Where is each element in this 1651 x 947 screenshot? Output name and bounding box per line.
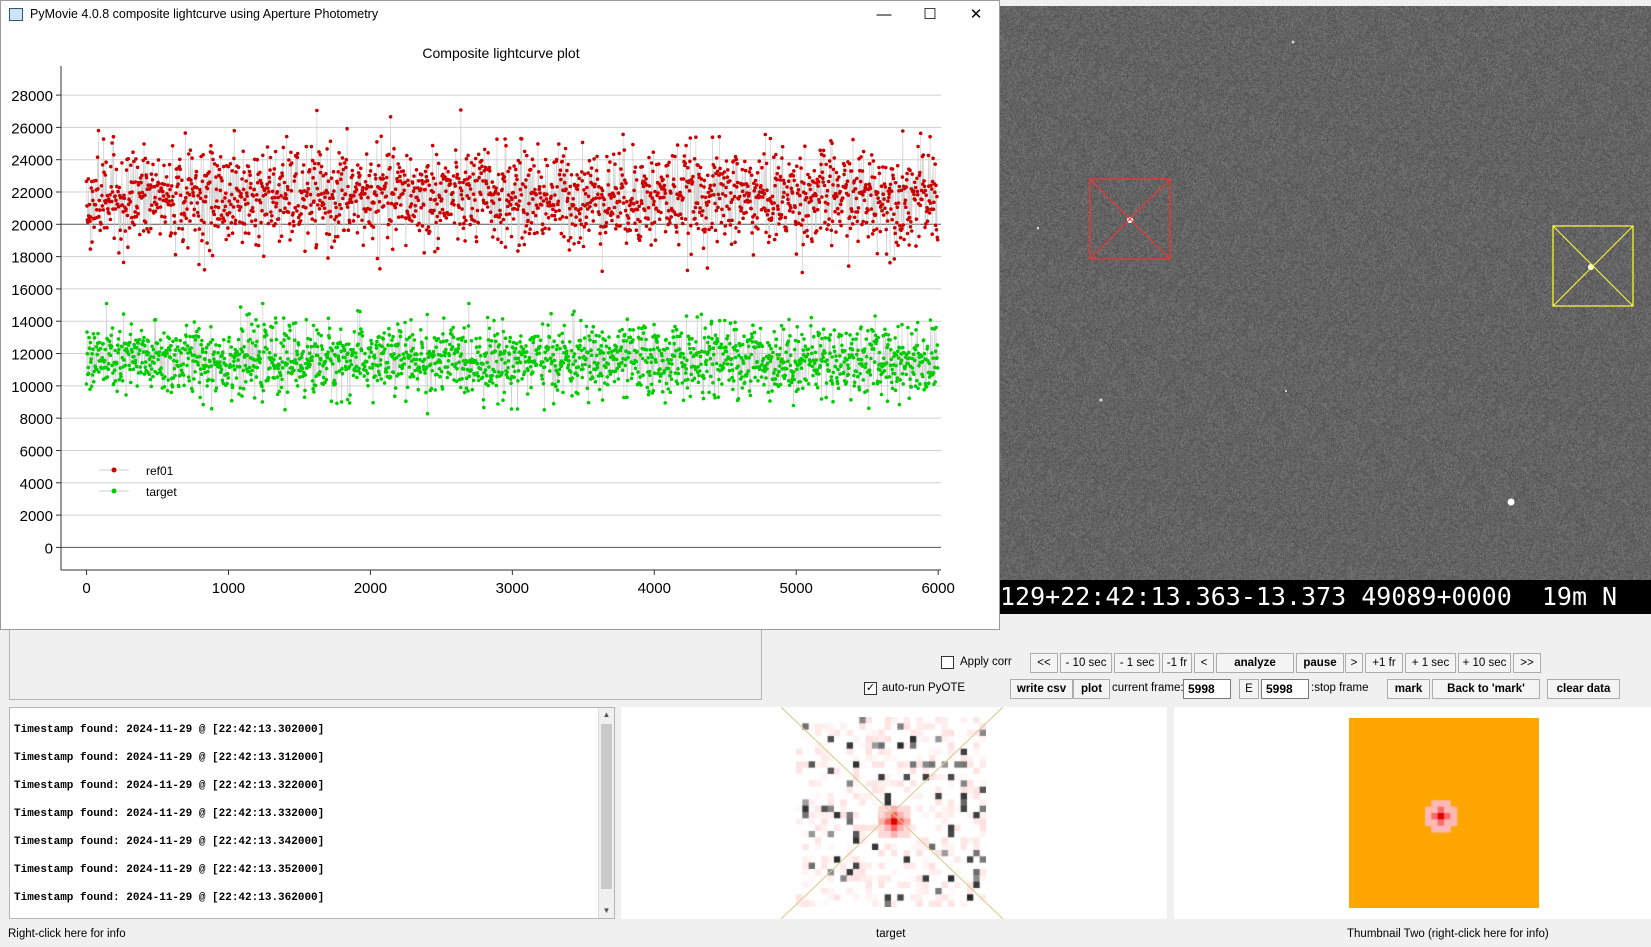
back-10-sec-button[interactable]: - 10 sec [1060,653,1112,673]
back-1-frame-button[interactable]: -1 fr [1162,653,1192,673]
y-tick-label: 14000 [11,314,53,331]
apply-corr-checkbox[interactable] [941,656,954,669]
y-tick-label: 24000 [11,153,53,170]
status-info-label[interactable]: Right-click here for info [8,928,126,940]
star [1507,498,1515,506]
current-frame-input[interactable]: 5998 [1183,679,1231,699]
x-tick-label: 4000 [638,580,671,597]
star [1127,217,1133,223]
x-tick-label: 0 [82,580,90,597]
legend-marker [111,467,117,473]
scroll-up-icon[interactable]: ▲ [599,708,614,722]
auto-run-pyote-label: auto-run PyOTE [882,682,966,694]
thumbnail-crosshair [781,707,1003,919]
log-line: Timestamp found: 2024-11-29 @ [22:42:13.… [14,836,325,848]
star [1036,226,1040,230]
ref-aperture-box[interactable] [1089,178,1171,260]
y-tick-label: 4000 [20,476,53,493]
thumbnail-two-panel[interactable] [1174,707,1651,919]
y-tick-label: 12000 [11,347,53,364]
x-tick-label: 2000 [354,580,387,597]
back-to-mark-button[interactable]: Back to 'mark' [1432,679,1540,699]
scroll-down-icon[interactable]: ▼ [599,904,614,918]
y-tick-label: 2000 [20,508,53,525]
minimize-button[interactable]: — [861,1,907,28]
y-tick-label: 16000 [11,282,53,299]
legend-label: target [146,485,177,499]
y-tick-label: 0 [45,540,53,557]
y-tick-label: 10000 [11,379,53,396]
x-tick-label: 5000 [780,580,813,597]
lightcurve-window[interactable]: PyMovie 4.0.8 composite lightcurve using… [0,0,1000,630]
log-line: Timestamp found: 2024-11-29 @ [22:42:13.… [14,780,325,792]
close-button[interactable]: ✕ [953,1,999,28]
legend-label: ref01 [146,464,174,478]
y-tick-label: 26000 [11,120,53,137]
x-tick-label: 1000 [212,580,245,597]
current-frame-label: current frame: [1112,682,1184,694]
clear-data-button[interactable]: clear data [1547,679,1620,699]
star [1291,40,1295,44]
forward-1-frame-button[interactable]: +1 fr [1365,653,1403,673]
y-tick-label: 8000 [20,411,53,428]
thumb2-caption[interactable]: Thumbnail Two (right-click here for info… [1347,928,1549,940]
jump-end-button[interactable]: >> [1513,653,1541,673]
y-tick-label: 20000 [11,217,53,234]
back-1-sec-button[interactable]: - 1 sec [1114,653,1160,673]
y-tick-label: 18000 [11,250,53,267]
step-back-button[interactable]: < [1194,653,1214,673]
log-line: Timestamp found: 2024-11-29 @ [22:42:13.… [14,864,325,876]
timestamp-overlay: 129+22:42:13.363-13.373 49089+0000 19m N [1000,580,1651,614]
pause-button[interactable]: pause [1296,653,1344,673]
window-title: PyMovie 4.0.8 composite lightcurve using… [30,7,379,21]
title-bar[interactable]: PyMovie 4.0.8 composite lightcurve using… [1,1,999,28]
forward-1-sec-button[interactable]: + 1 sec [1405,653,1456,673]
video-frame[interactable]: 129+22:42:13.363-13.373 49089+0000 19m N [1000,6,1651,614]
star [1588,264,1594,270]
log-line: Timestamp found: 2024-11-29 @ [22:42:13.… [14,724,325,736]
e-button[interactable]: E [1239,679,1259,699]
scrollbar-thumb[interactable] [601,724,612,889]
target-thumbnail-panel[interactable] [621,707,1167,919]
step-forward-button[interactable]: > [1345,653,1363,673]
analyze-button[interactable]: analyze [1216,653,1294,673]
stop-frame-input[interactable]: 5998 [1261,679,1309,699]
stop-frame-label: :stop frame [1311,682,1369,694]
target-series [84,301,940,416]
jump-start-button[interactable]: << [1030,653,1058,673]
target-aperture-box[interactable] [1552,225,1634,307]
info-panel [9,630,762,700]
lightcurve-plot[interactable]: Composite lightcurve plot 0 2000 4000 6000 80… [1,28,999,629]
thumbnail-two-image [1349,718,1539,908]
log-panel[interactable]: Timestamp found: 2024-11-29 @ [22:42:13.… [9,707,615,919]
legend-marker [111,488,117,494]
x-tick-label: 6000 [921,580,954,597]
x-tick-label: 3000 [496,580,529,597]
forward-10-sec-button[interactable]: + 10 sec [1458,653,1511,673]
app-icon [9,8,23,21]
log-line: Timestamp found: 2024-11-29 @ [22:42:13.… [14,752,325,764]
apply-corr-label: Apply corr [960,656,1012,668]
star [1284,389,1288,393]
write-csv-button[interactable]: write csv [1010,679,1073,699]
plot-button[interactable]: plot [1073,679,1110,699]
star [1099,398,1103,402]
auto-run-pyote-checkbox[interactable]: ✓ [864,682,877,695]
maximize-button[interactable]: ☐ [907,1,953,28]
thumb1-caption: target [876,928,906,940]
y-tick-label: 22000 [11,185,53,202]
ref01-series [84,108,940,275]
y-tick-label: 28000 [11,88,53,105]
aperture-overlay [1036,40,1634,506]
plot-title: Composite lightcurve plot [422,45,579,61]
log-line: Timestamp found: 2024-11-29 @ [22:42:13.… [14,892,325,904]
y-tick-label: 6000 [20,443,53,460]
mark-button[interactable]: mark [1387,679,1430,699]
log-line: Timestamp found: 2024-11-29 @ [22:42:13.… [14,808,325,820]
log-scrollbar[interactable]: ▲ ▼ [598,708,614,918]
